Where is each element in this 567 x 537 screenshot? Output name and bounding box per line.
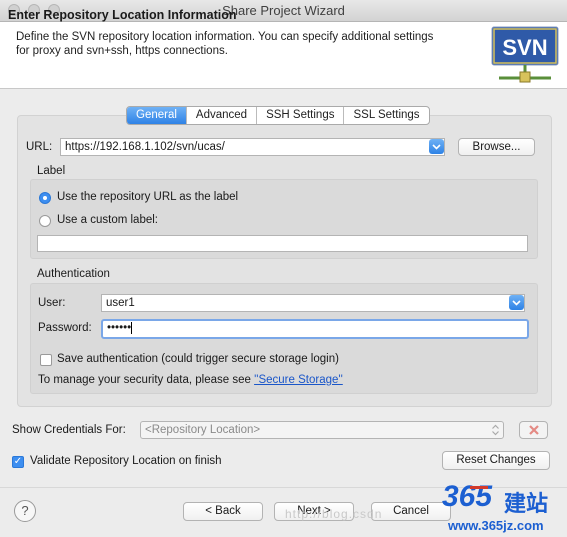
url-value: https://192.168.1.102/svn/ucas/ — [65, 141, 225, 153]
radio-repository-url-label: Use the repository URL as the label — [57, 191, 239, 203]
custom-label-input[interactable] — [37, 235, 528, 252]
save-authentication-checkbox[interactable] — [40, 354, 52, 366]
tab-ssl-settings[interactable]: SSL Settings — [344, 107, 428, 124]
delete-credentials-button[interactable] — [519, 421, 548, 439]
radio-repository-url[interactable] — [39, 192, 51, 204]
back-button[interactable]: < Back — [183, 502, 263, 521]
user-dropdown-button[interactable] — [509, 295, 524, 310]
tab-advanced[interactable]: Advanced — [187, 107, 258, 124]
radio-custom-label[interactable] — [39, 215, 51, 227]
user-combo[interactable]: user1 — [101, 294, 525, 312]
watermark-url: http://blog.csdn — [285, 507, 383, 521]
tab-general[interactable]: General — [127, 107, 187, 124]
cancel-button[interactable]: Cancel — [371, 502, 451, 521]
secure-storage-link[interactable]: ''Secure Storage'' — [254, 374, 343, 386]
chevron-down-icon — [432, 144, 441, 150]
brand-watermark: 365 建站 www.365jz.com — [440, 480, 567, 537]
page-title: Enter Repository Location Information — [8, 8, 237, 22]
brand-chars: 建站 — [504, 491, 549, 516]
password-field[interactable]: •••••• — [101, 319, 529, 339]
save-authentication-label: Save authentication (could trigger secur… — [57, 353, 339, 365]
page-description: Define the SVN repository location infor… — [16, 31, 434, 57]
secure-storage-info-text: To manage your security data, please see — [38, 374, 255, 386]
credentials-select[interactable]: <Repository Location> — [140, 421, 504, 439]
tab-ssh-settings[interactable]: SSH Settings — [257, 107, 345, 124]
validate-checkbox[interactable]: ✓ — [12, 456, 24, 468]
tab-bar: General Advanced SSH Settings SSL Settin… — [126, 106, 430, 125]
user-value: user1 — [106, 297, 135, 309]
secure-storage-info: To manage your security data, please see… — [38, 374, 343, 386]
user-label: User: — [38, 297, 66, 309]
label-group-title: Label — [37, 165, 66, 177]
brand-accent — [470, 486, 488, 489]
password-label: Password: — [38, 322, 92, 334]
text-cursor — [131, 321, 133, 334]
validate-label: Validate Repository Location on finish — [30, 455, 222, 467]
credentials-select-value: <Repository Location> — [145, 424, 261, 436]
brand-url: www.365jz.com — [448, 518, 544, 533]
url-dropdown-button[interactable] — [429, 139, 444, 154]
svg-text:SVN: SVN — [502, 35, 547, 60]
auth-group-title: Authentication — [37, 268, 110, 280]
show-credentials-label: Show Credentials For: — [12, 424, 126, 436]
url-label: URL: — [26, 141, 53, 153]
reset-changes-button[interactable]: Reset Changes — [442, 451, 550, 470]
delete-icon — [528, 425, 539, 435]
url-combo[interactable]: https://192.168.1.102/svn/ucas/ — [60, 138, 445, 156]
password-value: •••••• — [107, 322, 132, 334]
radio-custom-label-text: Use a custom label: — [57, 214, 158, 226]
chevron-down-icon — [512, 300, 521, 306]
svn-logo-icon: SVN — [491, 26, 559, 84]
help-icon[interactable]: ? — [14, 500, 36, 522]
up-down-arrows-icon — [491, 424, 500, 439]
browse-button[interactable]: Browse... — [458, 138, 535, 156]
